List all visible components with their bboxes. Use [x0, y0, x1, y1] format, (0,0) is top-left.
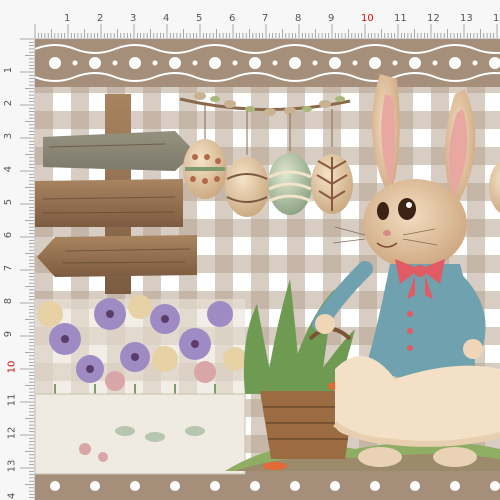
ruler-left-label: 7: [3, 264, 15, 272]
ruler-left-label: 14: [6, 492, 18, 500]
ruler-top-label: 5: [196, 13, 203, 24]
ruler-left-label: 11: [6, 393, 18, 407]
ruler-left-label: 13: [6, 459, 18, 473]
ruler-top-label: 13: [460, 13, 473, 24]
ruler-left-label: 5: [3, 198, 15, 206]
ruler-top-label: 11: [394, 13, 407, 24]
ruler-top: 1234567891011121314: [0, 0, 500, 39]
pansy-flowers: [35, 295, 247, 475]
ruler-top-label: 2: [97, 13, 104, 24]
ruler-left-label: 6: [3, 231, 15, 239]
ruler-left: 1 2 3 4 5 6 7 8 9 10 11 12 13 14: [0, 38, 35, 500]
ruler-left-label: 12: [6, 426, 18, 440]
easter-bunny-pattern-image: [35, 39, 500, 500]
ruler-top-label: 6: [229, 13, 236, 24]
ruler-left-label: 3: [3, 132, 15, 140]
ruler-left-label: 9: [3, 330, 15, 338]
lace-border-top: [35, 39, 500, 87]
ruler-top-label: 12: [427, 13, 440, 24]
ruler-left-label: 10: [6, 360, 18, 374]
ruler-top-label: 9: [328, 13, 335, 24]
ruler-left-label: 1: [3, 66, 15, 74]
fabric-design: [35, 39, 500, 500]
ruler-top-label: 3: [130, 13, 137, 24]
ruler-top-label: 14: [493, 13, 500, 24]
ruler-top-label: 8: [295, 13, 302, 24]
ruler-top-label: 7: [262, 13, 269, 24]
ruler-top-label: 10: [361, 13, 374, 24]
ruler-top-ticks: [34, 24, 498, 38]
lace-border-bottom: [35, 471, 500, 500]
ruler-left-label: 2: [3, 99, 15, 107]
ruler-top-label: 4: [163, 13, 170, 24]
ruler-left-label: 4: [3, 165, 15, 173]
ruler-top-label: 1: [64, 13, 71, 24]
print-preview: 1234567891011121314 1234567891011121314: [0, 0, 500, 500]
ruler-left-label: 8: [3, 297, 15, 305]
